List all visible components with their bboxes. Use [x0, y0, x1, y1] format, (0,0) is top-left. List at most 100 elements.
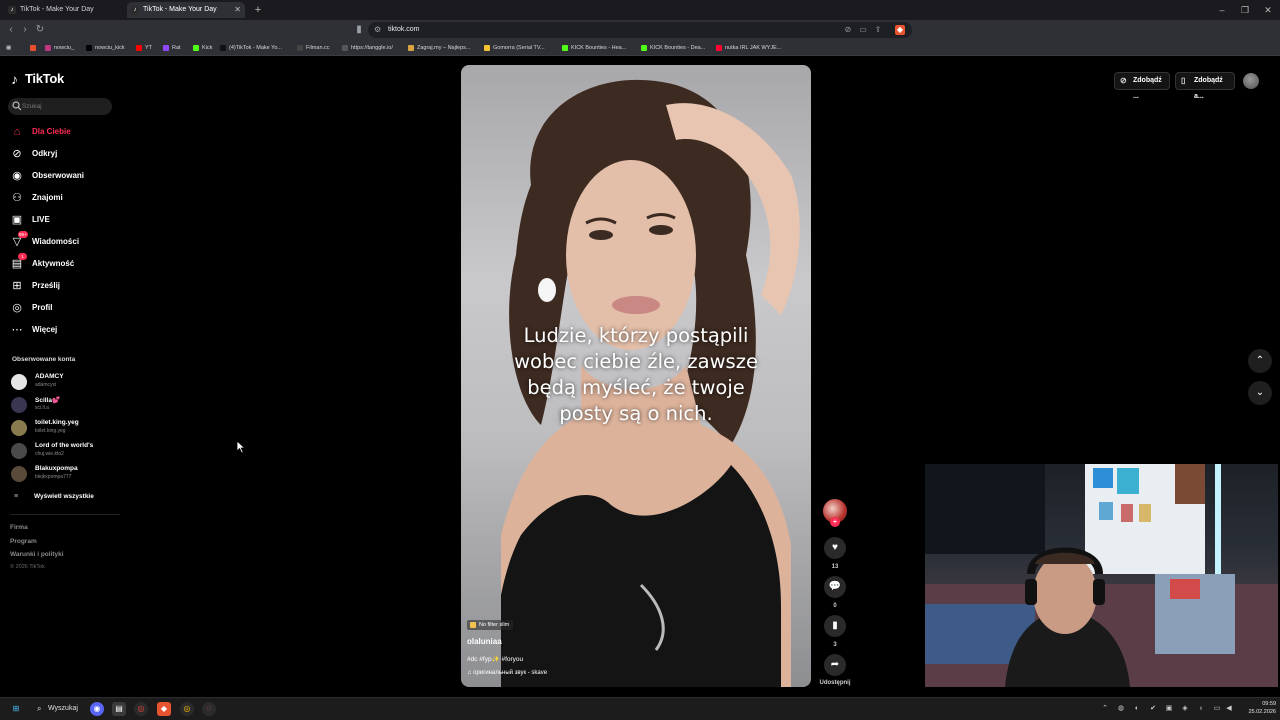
tray-app-icon[interactable]: ◈: [1180, 703, 1190, 715]
bookmark-item[interactable]: Kick: [193, 42, 212, 54]
network-icon[interactable]: ▭: [1212, 703, 1222, 715]
show-hidden-icons-icon[interactable]: ⌃: [1100, 703, 1110, 715]
follow-plus-icon[interactable]: +: [830, 517, 840, 527]
followed-account[interactable]: toilet.king.yeg toilet.king.yeg: [11, 418, 121, 438]
chrome-icon[interactable]: ◎: [134, 702, 148, 716]
tray-app-icon[interactable]: ▣: [1164, 703, 1174, 715]
bookmark-item[interactable]: (4)TikTok - Make Yo...: [220, 42, 282, 54]
forward-button[interactable]: ›: [18, 23, 32, 37]
bookmark-item[interactable]: KICK Bounties - Hea...: [562, 42, 626, 54]
tray-app-icon[interactable]: ◍: [1116, 703, 1126, 715]
bookmark-item[interactable]: [30, 42, 39, 54]
profile-avatar[interactable]: [1243, 73, 1259, 89]
picture-in-picture-icon[interactable]: ▭: [858, 25, 868, 35]
browser-tab[interactable]: ♪ TikTok - Make Your Day: [4, 2, 124, 18]
bookmark-item[interactable]: nowciu_: [45, 42, 74, 54]
followed-account[interactable]: ADAMCY adamcyxi: [11, 372, 121, 392]
sidebar-item-label: Znajomi: [32, 193, 63, 202]
volume-icon[interactable]: ◀: [1224, 703, 1234, 715]
notification-badge: 99+: [18, 231, 28, 238]
browser-tab-bar: ♪ TikTok - Make Your Day ♪ TikTok - Make…: [0, 0, 1280, 20]
next-video-button[interactable]: ⌄: [1248, 381, 1272, 405]
like-count: 13: [831, 564, 839, 570]
app-icon[interactable]: ◌: [202, 702, 216, 716]
microphone-icon[interactable]: ♁: [1196, 703, 1206, 715]
comment-button[interactable]: 💬: [824, 576, 846, 598]
footer-link-company[interactable]: Firma: [10, 524, 28, 531]
tab-title: TikTok - Make Your Day: [143, 6, 217, 13]
site-info-icon[interactable]: ⚙: [374, 22, 381, 38]
sidebar-item-odkryj[interactable]: ⊘ Odkryj: [10, 146, 130, 162]
chrome-icon[interactable]: ◎: [180, 702, 194, 716]
bookmark-icon[interactable]: ▮: [352, 23, 366, 37]
taskbar-search[interactable]: ⌕ Wyszukaj: [35, 702, 83, 716]
address-bar[interactable]: ⚙ tiktok.com ⊘ ▭ ⇪ ◆: [368, 22, 912, 38]
sidebar-item-label: Prześlij: [32, 281, 61, 290]
show-all-button[interactable]: ≡ Wyświetl wszystkie: [11, 491, 121, 503]
video-hashtags[interactable]: #dc #fyp✨ #foryou: [467, 655, 523, 663]
sidebar-item-więcej[interactable]: ⋯ Więcej: [10, 322, 130, 338]
close-tab-icon[interactable]: ✕: [234, 2, 241, 18]
sidebar-item-wiadomości[interactable]: ▽ Wiadomości 99+: [10, 231, 130, 250]
bookmark-item[interactable]: Gomorra (Serial TV...: [484, 42, 545, 54]
windows-start-icon[interactable]: ⊞: [9, 702, 23, 716]
back-button[interactable]: ‹: [4, 23, 18, 37]
account-handle: chuj.wie.kto2: [35, 451, 64, 457]
bookmark-item[interactable]: YT: [136, 42, 152, 54]
footer-link-terms[interactable]: Warunki i polityki: [10, 551, 64, 558]
video-author[interactable]: olaluniaa: [467, 637, 502, 646]
bookmark-item[interactable]: https://tanggle.io/: [342, 42, 393, 54]
get-coins-button[interactable]: ⊘ Zdobądź ...: [1114, 72, 1170, 100]
video-music[interactable]: ♫ оригинальный звук - skave: [467, 670, 547, 676]
sidebar-item-aktywność[interactable]: ▤ Aktywność 1: [10, 253, 130, 272]
bookmark-item[interactable]: nowciu_kick: [86, 42, 125, 54]
like-button[interactable]: ♥: [824, 537, 846, 559]
bookmark-item[interactable]: KICK Bounties - Dea...: [641, 42, 705, 54]
tray-app-icon[interactable]: ◐: [1132, 703, 1142, 715]
tray-app-icon[interactable]: ✔: [1148, 703, 1158, 715]
reload-button[interactable]: ↻: [33, 23, 47, 37]
bookmark-icon: ▮: [832, 620, 838, 631]
reader-mode-icon[interactable]: ⊘: [843, 25, 853, 35]
footer-link-program[interactable]: Program: [10, 538, 37, 545]
chevron-down-icon: ⌄: [1255, 387, 1265, 398]
show-all-label: Wyświetl wszystkie: [34, 493, 94, 500]
browser-tab-active[interactable]: ♪ TikTok - Make Your Day ✕: [127, 2, 245, 18]
search-input[interactable]: Szukaj: [8, 98, 112, 115]
sidebar-item-profil[interactable]: ◎ Profil: [10, 300, 130, 316]
new-tab-button[interactable]: +: [251, 2, 265, 18]
logo-text: TikTok: [25, 71, 64, 86]
previous-video-button[interactable]: ⌃: [1248, 349, 1272, 373]
apps-grid-icon[interactable]: ▦: [6, 42, 16, 54]
upload-icon: ⊞: [12, 280, 22, 292]
get-app-button[interactable]: ▯ Zdobądź a...: [1175, 72, 1235, 100]
sidebar-item-dla-ciebie[interactable]: ⌂ Dla Ciebie: [10, 124, 130, 140]
minimize-window-button[interactable]: –: [1211, 3, 1233, 17]
share-icon[interactable]: ⇪: [873, 25, 883, 35]
bookmark-label: YT: [145, 45, 153, 51]
restore-window-button[interactable]: ❐: [1234, 3, 1256, 17]
bookmark-item[interactable]: Zagraj.my – Najleps...: [408, 42, 471, 54]
sidebar-item-znajomi[interactable]: ⚇ Znajomi: [10, 190, 130, 206]
share-button[interactable]: ➦: [824, 654, 846, 676]
brave-shields-icon[interactable]: ◆: [895, 25, 905, 35]
sidebar-item-live[interactable]: ▣ LIVE: [10, 212, 130, 228]
discord-icon[interactable]: ◉: [90, 702, 104, 716]
save-button[interactable]: ▮: [824, 615, 846, 637]
sidebar-item-label: Wiadomości: [32, 237, 80, 246]
followed-account[interactable]: Blakuxpompa blejkxpompa777: [11, 464, 121, 484]
effect-tag[interactable]: No filter slim: [467, 620, 514, 630]
followed-account[interactable]: Scilla💕 sci.ll.a: [11, 395, 121, 415]
sidebar-item-prześlij[interactable]: ⊞ Prześlij: [10, 278, 130, 294]
brave-icon[interactable]: ◆: [157, 702, 171, 716]
bookmark-item[interactable]: Filman.cc: [297, 42, 330, 54]
followed-account[interactable]: Lord of the world's chuj.wie.kto2: [11, 441, 121, 461]
close-window-button[interactable]: ✕: [1257, 3, 1279, 17]
sidebar-item-label: Profil: [32, 303, 53, 312]
bookmark-item[interactable]: nutka IRL JAK WYJE...: [716, 42, 781, 54]
bookmark-item[interactable]: Rat: [163, 42, 181, 54]
video-player[interactable]: Ludzie, którzy postąpili wobec ciebie źl…: [461, 65, 811, 687]
sidebar-item-obserwowani[interactable]: ◉ Obserwowani: [10, 168, 130, 184]
file-explorer-icon[interactable]: ▤: [112, 702, 126, 716]
taskbar-clock[interactable]: 09:59 25.02.2026: [1236, 700, 1276, 716]
